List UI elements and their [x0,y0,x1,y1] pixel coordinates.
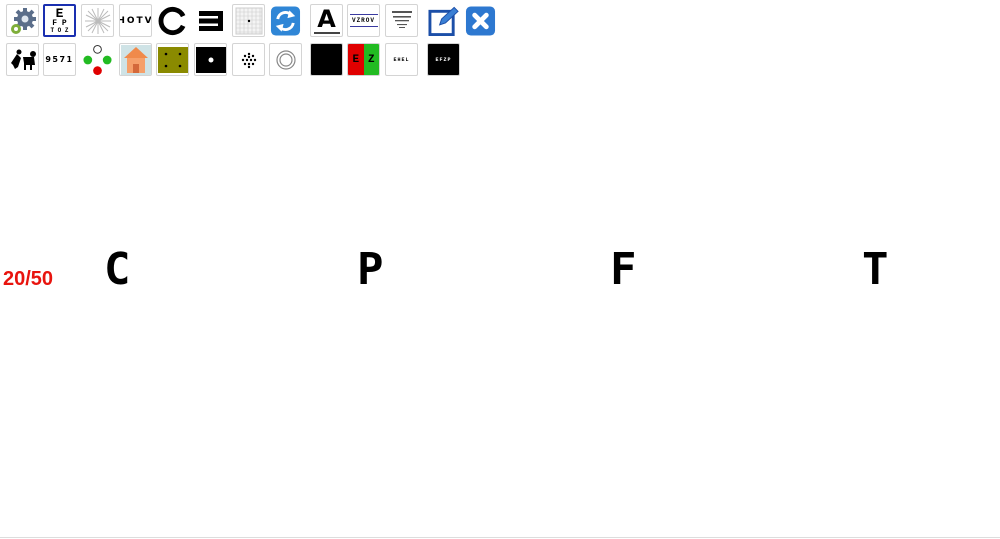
black-square-icon [311,44,342,75]
dark-letters-label: EFZP [435,56,452,63]
chart-letter-1: C [104,244,131,295]
reading-chart-button[interactable] [385,4,418,37]
tumbling-e-button[interactable] [194,4,227,37]
small-letters-label: EHEL [393,56,410,63]
refresh-button[interactable] [269,4,302,37]
snellen-chart-button[interactable]: E F P T O Z [43,4,76,37]
sunburst-icon [84,7,111,34]
numbers-chart-button[interactable]: 9571 [43,43,76,76]
dark-letters-button[interactable]: EFZP [427,43,460,76]
black-screen-button[interactable] [310,43,343,76]
settings-button[interactable] [6,4,39,37]
amsler-grid-button[interactable] [232,4,265,37]
edit-button[interactable] [427,4,460,37]
house-icon [120,44,151,75]
dot-icon [195,46,226,73]
single-letter-label: A [317,5,336,33]
red-green-button[interactable]: E Z [347,43,380,76]
red-half: E [348,44,364,75]
hotv-chart-button[interactable]: HOTV [119,4,152,37]
acuity-label: 20/50 [3,268,54,290]
underline-bar [313,32,340,34]
grid-icon [235,7,262,34]
house-picture-button[interactable] [119,43,152,76]
olive-dots-button[interactable] [156,43,189,76]
letter-line-label: VZROV [351,17,375,24]
animals-icon [10,49,36,70]
letter-line-button[interactable]: VZROV [347,4,380,37]
hotv-label: HOTV [119,15,152,26]
four-dot-icon [83,44,112,75]
red-letter: E [352,53,360,66]
gear-icon [10,7,36,34]
landolt-c-icon [158,6,186,35]
green-half: Z [363,44,379,75]
refresh-icon [270,5,301,36]
fixation-dot-button[interactable] [194,43,227,76]
chart-letter-3: F [610,244,637,295]
close-icon [465,5,496,36]
dot-cluster-icon [241,52,256,68]
landolt-c-button[interactable] [156,4,189,37]
close-button[interactable] [464,4,497,37]
chart-letter-4: T [862,244,889,295]
edit-icon [428,6,459,36]
tumbling-e-icon [198,10,223,31]
green-letter: Z [367,53,375,66]
olive-dots-icon [157,46,188,73]
dot-circle-button[interactable] [232,43,265,76]
pictures-chart-button[interactable] [6,43,39,76]
astigmatism-fan-button[interactable] [81,4,114,37]
rings-button[interactable] [269,43,302,76]
bottom-divider [0,537,1000,538]
single-letter-button[interactable]: A [310,4,343,37]
rings-icon [275,49,296,70]
small-letters-button[interactable]: EHEL [385,43,418,76]
numbers-label: 9571 [45,55,74,64]
reading-chart-icon [391,10,412,28]
chart-letter-2: P [357,244,384,295]
upper-rule [349,14,378,15]
worth-four-dot-button[interactable] [81,43,114,76]
lower-rule [349,26,378,27]
snellen-line-3: T O Z [50,27,69,34]
